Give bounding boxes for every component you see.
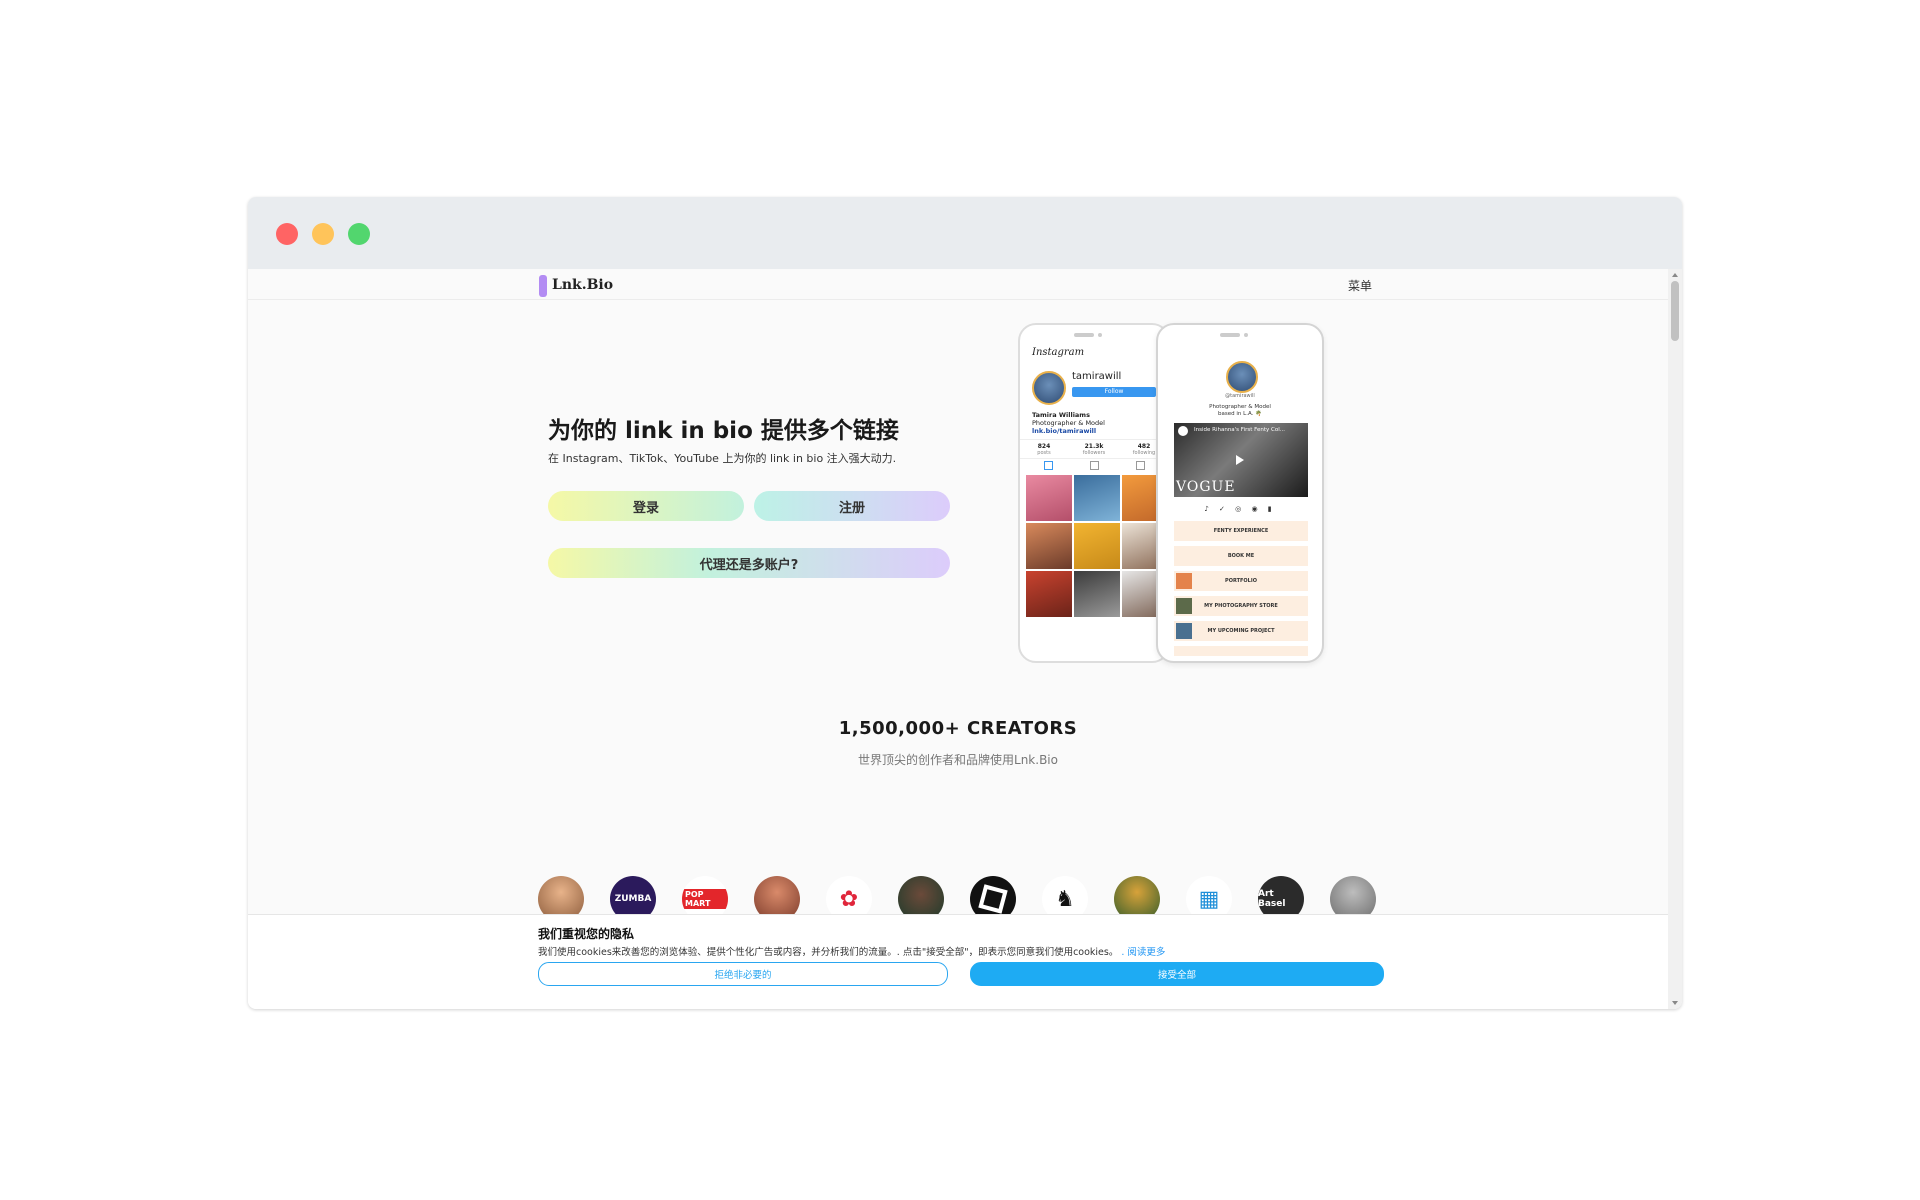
ig-tab-icons — [1020, 461, 1168, 471]
social-icons: ♪ ✓ ◎ ◉ ▮ — [1204, 505, 1276, 513]
photo-thumbnail — [1074, 523, 1120, 569]
reject-cookies-button[interactable]: 拒绝非必要的 — [538, 962, 948, 986]
video-embed: Inside Rihanna's First Fenty Col... VOGU… — [1174, 423, 1308, 497]
cookie-message: 我们使用cookies来改善您的浏览体验、提供个性化广告或内容，并分析我们的流量… — [538, 947, 1119, 958]
lb-link-item: MY PHOTOGRAPHY STORE — [1174, 596, 1308, 616]
play-icon — [1236, 455, 1244, 465]
cookie-banner: 我们重视您的隐私 我们使用cookies来改善您的浏览体验、提供个性化广告或内容… — [248, 914, 1668, 1009]
avatar — [1032, 371, 1066, 405]
vogue-channel-icon — [1178, 426, 1188, 436]
creators-title: 1,500,000+ CREATORS — [838, 718, 1078, 739]
phone-camera — [1098, 333, 1102, 337]
lb-description: Photographer & Model based in L.A. 🌴 — [1158, 404, 1322, 418]
lb-link-item: PORTFOLIO — [1174, 571, 1308, 591]
lb-link-label: MY UPCOMING PROJECT — [1207, 628, 1275, 634]
video-title: Inside Rihanna's First Fenty Col... — [1194, 427, 1285, 433]
lb-link-item: MY UPCOMING PROJECT — [1174, 621, 1308, 641]
phone-camera — [1244, 333, 1248, 337]
minimize-window-button[interactable] — [312, 223, 334, 245]
logo[interactable]: Lnk.Bio — [552, 277, 613, 293]
ig-bio-link: lnk.bio/tamirawill — [1032, 427, 1097, 435]
ig-username: tamirawill — [1072, 371, 1122, 382]
register-button[interactable]: 注册 — [754, 491, 950, 521]
creators-subtitle: 世界顶尖的创作者和品牌使用Lnk.Bio — [858, 753, 1058, 767]
ig-stat-num: 21.3k — [1084, 443, 1104, 450]
photo-thumbnail — [1074, 571, 1120, 617]
ig-stat: 824 posts — [1024, 443, 1064, 456]
linkbio-phone-mockup: @tamirawill Photographer & Model based i… — [1156, 323, 1324, 663]
vogue-wordmark: VOGUE — [1176, 479, 1236, 495]
grid-icon — [1044, 461, 1053, 470]
photo-thumbnail — [1026, 475, 1072, 521]
ig-stat: 21.3k followers — [1074, 443, 1114, 456]
ig-photo-grid — [1026, 475, 1168, 617]
instagram-logo: Instagram — [1032, 347, 1085, 358]
title-bar — [248, 197, 1682, 269]
page-viewport: Lnk.Bio 菜单 为你的 link in bio 提供多个链接 在 Inst… — [248, 269, 1682, 1009]
close-window-button[interactable] — [276, 223, 298, 245]
login-button[interactable]: 登录 — [548, 491, 744, 521]
link-thumbnail — [1176, 623, 1192, 639]
top-nav: Lnk.Bio 菜单 — [248, 269, 1668, 300]
scrollbar[interactable] — [1668, 269, 1682, 1009]
popmart-wordmark: POP MART — [682, 889, 728, 909]
avatar — [1226, 361, 1258, 393]
instagram-phone-mockup: Instagram tamirawill Follow Tamira Willi… — [1018, 323, 1170, 663]
link-thumbnail — [1176, 573, 1192, 589]
photo-thumbnail — [1074, 475, 1120, 521]
scroll-up-icon[interactable] — [1672, 273, 1678, 277]
read-more-link[interactable]: . 阅读更多 — [1121, 947, 1165, 958]
link-thumbnail — [1176, 598, 1192, 614]
lb-link-item — [1174, 646, 1308, 656]
phone-notch — [1220, 333, 1240, 337]
logo-mark-icon — [539, 275, 547, 297]
lb-desc-line: based in L.A. 🌴 — [1218, 411, 1262, 417]
hero-title: 为你的 link in bio 提供多个链接 — [548, 418, 899, 444]
accept-cookies-button[interactable]: 接受全部 — [970, 962, 1384, 986]
lb-handle: @tamirawill — [1225, 393, 1255, 399]
scroll-thumb[interactable] — [1671, 281, 1679, 341]
phone-notch — [1074, 333, 1094, 337]
ig-stats: 824 posts 21.3k followers 482 following — [1020, 439, 1168, 459]
lb-desc-line: Photographer & Model — [1209, 404, 1271, 410]
ig-follow-button: Follow — [1072, 387, 1156, 397]
scroll-down-icon[interactable] — [1672, 1001, 1678, 1005]
menu-link[interactable]: 菜单 — [1348, 277, 1372, 294]
roblox-square-icon — [978, 884, 1008, 914]
ig-stat-label: posts — [1037, 450, 1051, 456]
agency-button[interactable]: 代理还是多账户? — [548, 548, 950, 578]
hero-subtitle: 在 Instagram、TikTok、YouTube 上为你的 link in … — [548, 452, 897, 465]
lb-link-item: FENTY EXPERIENCE — [1174, 521, 1308, 541]
ig-bio-line: Photographer & Model — [1032, 419, 1105, 427]
ig-stat-num: 824 — [1037, 443, 1051, 450]
ig-bio-name: Tamira Williams — [1032, 411, 1090, 419]
maximize-window-button[interactable] — [348, 223, 370, 245]
browser-window: Lnk.Bio 菜单 为你的 link in bio 提供多个链接 在 Inst… — [248, 197, 1682, 1009]
lb-link-label: MY PHOTOGRAPHY STORE — [1204, 603, 1278, 609]
reels-icon — [1090, 461, 1099, 470]
ig-stat-label: followers — [1082, 450, 1106, 456]
photo-thumbnail — [1026, 523, 1072, 569]
ig-bio: Tamira Williams Photographer & Model lnk… — [1032, 411, 1162, 435]
lb-link-label: PORTFOLIO — [1225, 578, 1257, 584]
tagged-icon — [1136, 461, 1145, 470]
cookie-text: 我们使用cookies来改善您的浏览体验、提供个性化广告或内容，并分析我们的流量… — [538, 944, 1165, 958]
cookie-title: 我们重视您的隐私 — [538, 927, 635, 941]
lb-link-item: BOOK ME — [1174, 546, 1308, 566]
photo-thumbnail — [1026, 571, 1072, 617]
